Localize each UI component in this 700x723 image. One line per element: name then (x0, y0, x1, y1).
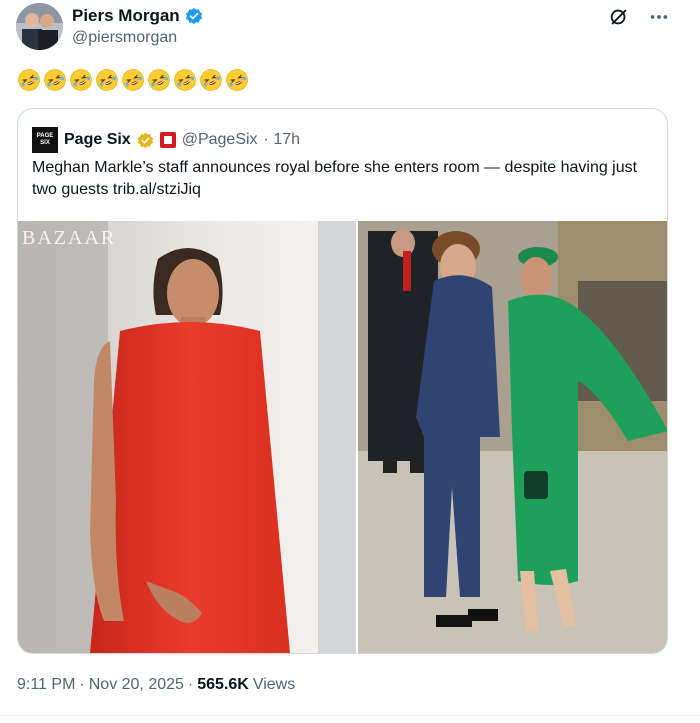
quoted-media[interactable]: BAZAAR (18, 221, 667, 653)
gold-verified-badge-icon (137, 132, 153, 148)
page-six-logo: PAGE SIX (32, 127, 58, 153)
quoted-text: Meghan Markle’s staff announces royal be… (32, 159, 638, 198)
tweet-meta: 9:11 PM · Nov 20, 2025 · 565.6K Views (17, 676, 295, 694)
affiliate-badge-icon (159, 132, 176, 148)
quoted-author-name: Page Six (64, 131, 131, 148)
rolling-on-the-floor-laughing-icon (18, 69, 40, 91)
author-handle[interactable]: @piersmorgan (72, 29, 177, 47)
grok-icon[interactable] (608, 6, 630, 28)
quoted-header: PAGE SIX Page Six @PageSix · 17h (32, 127, 300, 153)
divider (0, 715, 700, 716)
media-watermark: BAZAAR (22, 227, 117, 249)
top-actions (608, 6, 670, 28)
tweet: Piers Morgan @piersmorgan PAGE SIX Page … (0, 0, 700, 723)
meta-separator: · (79, 676, 85, 693)
verified-badge-icon (185, 7, 202, 25)
meta-separator: · (187, 676, 194, 693)
tweet-text-emojis (17, 68, 249, 92)
media-image-red-dress[interactable]: BAZAAR (18, 221, 356, 653)
quoted-tweet[interactable]: PAGE SIX Page Six @PageSix · 17h Meghan … (17, 108, 668, 654)
rolling-on-the-floor-laughing-icon (122, 69, 144, 91)
rolling-on-the-floor-laughing-icon (200, 69, 222, 91)
tweet-date[interactable]: Nov 20, 2025 (89, 676, 184, 694)
media-image-green-dress[interactable] (358, 221, 667, 653)
quoted-time: · 17h (263, 131, 301, 148)
rolling-on-the-floor-laughing-icon (96, 69, 118, 91)
views-count: 565.6K (197, 676, 249, 693)
tweet-time[interactable]: 9:11 PM (17, 676, 75, 694)
author-name[interactable]: Piers Morgan (72, 6, 180, 26)
views-label: Views (252, 676, 296, 693)
quoted-author-handle: @PageSix (181, 131, 258, 148)
more-icon[interactable] (648, 6, 670, 28)
rolling-on-the-floor-laughing-icon (174, 69, 196, 91)
avatar[interactable] (16, 3, 63, 50)
rolling-on-the-floor-laughing-icon (226, 69, 248, 91)
rolling-on-the-floor-laughing-icon (148, 69, 170, 91)
author-name-row: Piers Morgan (72, 6, 203, 26)
rolling-on-the-floor-laughing-icon (70, 69, 92, 91)
rolling-on-the-floor-laughing-icon (44, 69, 66, 91)
